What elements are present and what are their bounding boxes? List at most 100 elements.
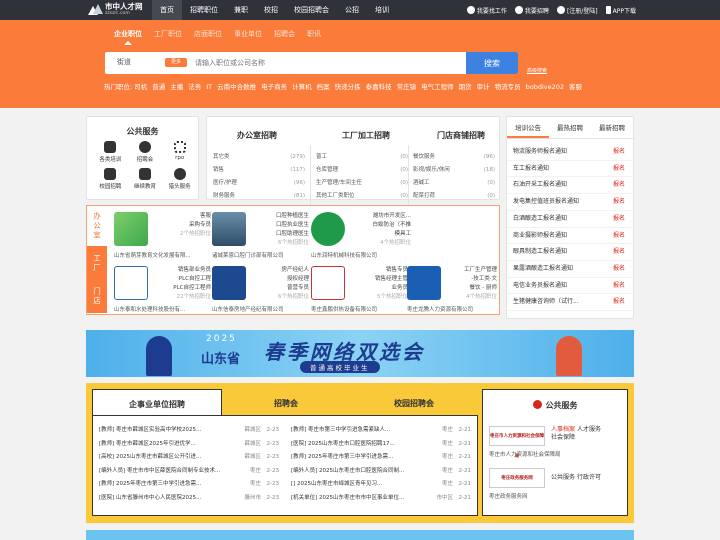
hot-job-link[interactable]: 司机 — [134, 83, 147, 91]
category-row[interactable]: 医疗/护理 (96) — [213, 177, 305, 190]
hr-bureau-logo[interactable]: 枣庄市人力资源和社会保障局 — [489, 426, 545, 459]
tab-training-notice[interactable]: 培训公告 — [507, 117, 549, 138]
hot-job-link[interactable]: 主播 — [170, 83, 183, 91]
archive-link[interactable]: 人事档案 — [551, 426, 575, 433]
table-row[interactable]: [机关单位] 2025山东枣庄市市中区事业单位... 市中区 2-21 — [291, 492, 471, 506]
signup-tag[interactable]: 报名 — [613, 211, 625, 227]
signup-tag[interactable]: 报名 — [613, 228, 625, 244]
label-shop[interactable]: 门店 — [87, 280, 107, 313]
city-selector[interactable]: 街道 — [117, 57, 131, 67]
permit-link[interactable]: 行政许可 — [577, 474, 601, 481]
search-tab-company[interactable]: 企业职位 — [114, 29, 142, 45]
list-item[interactable]: 物流服务师报名通知 报名 — [507, 144, 633, 161]
hot-job-link[interactable]: 快递分拣 — [335, 83, 361, 91]
company-card[interactable]: 潍坊市开发区... 白蚁防治（不推 模具工 4个热招职位 山东润特机械科技有限公司 — [311, 208, 411, 259]
nav-public-exam[interactable]: 公招 — [337, 0, 367, 20]
hot-job-link[interactable]: 普通 — [152, 83, 165, 91]
tab-hot-jobs[interactable]: 最热招聘 — [549, 117, 591, 138]
company-card[interactable]: 销售专员 销售经理主管 业务员 5个热招职位 枣庄鑫鹏供热设备有限公司 — [311, 262, 408, 313]
hot-job-link[interactable]: 客服 — [569, 83, 582, 91]
hot-job-link[interactable]: 档案 — [317, 83, 330, 91]
hot-job-link[interactable]: 物流专员 — [495, 83, 521, 91]
hot-job-link[interactable]: IT — [206, 83, 212, 91]
social-security-link[interactable]: 社会保障 — [551, 434, 575, 441]
table-row[interactable]: [编外人员] 枣庄市市中区薛医院合同制专业技术... 枣庄 2-23 — [99, 465, 279, 479]
search-button[interactable]: 搜索 — [466, 52, 518, 74]
company-name[interactable]: 山东信泰房地产经纪有限公司 — [212, 305, 309, 313]
hot-job-link[interactable]: 期货 — [459, 83, 472, 91]
table-row[interactable]: [编外人员] 2025山东枣庄市口腔医院合同制... 枣庄 2-21 — [291, 465, 471, 479]
search-tab-fair[interactable]: 招聘会 — [274, 29, 295, 45]
tab-job-fair[interactable]: 招聘会 — [222, 389, 350, 415]
list-item[interactable]: 商业摄影师报名通知 报名 — [507, 228, 633, 245]
office-category-title[interactable]: 办公室招聘 — [237, 130, 277, 141]
job-title[interactable]: -技工类·文 — [443, 275, 497, 284]
company-name[interactable]: 枣庄龙腾人力资源有限公司 — [407, 305, 497, 313]
app-download-link[interactable]: APP下载 — [605, 6, 636, 15]
hot-job-link[interactable]: 审计 — [477, 83, 490, 91]
company-name[interactable]: 枣庄鑫鹏供热设备有限公司 — [311, 305, 408, 313]
company-card[interactable]: 客服 采购专员 2个热招职位 山东省萌芽教育文化发展有限... — [114, 208, 211, 259]
category-row[interactable]: 销售 (117) — [213, 164, 305, 177]
job-title[interactable]: 工厂生产管理 — [443, 266, 497, 275]
job-title[interactable]: 普营专员 — [251, 284, 309, 293]
category-row[interactable]: 生产管理/车间主任 (0) — [316, 177, 408, 190]
job-title[interactable]: 业务员 — [350, 284, 408, 293]
table-row[interactable]: [医院] 山东省滕州市中心人民医院2025... 滕州市 2-23 — [99, 492, 279, 506]
company-card[interactable]: 工厂生产管理 -技工类·文 餐饮 - 厨师 4个热招职位 枣庄龙腾人力资源有限公司 — [407, 262, 497, 313]
table-row[interactable]: [教师] 枣庄市薛城区2025年引进优学... 薛城区 2-23 — [99, 438, 279, 452]
service-campus-recruit[interactable]: 校园招聘 — [93, 168, 128, 190]
nav-campus[interactable]: 校招 — [256, 0, 286, 20]
service-training[interactable]: 各类培训 — [93, 141, 128, 163]
tab-new-jobs[interactable]: 最新招聘 — [591, 117, 633, 138]
list-item[interactable]: 车工报名通知 报名 — [507, 161, 633, 178]
signup-tag[interactable]: 报名 — [613, 144, 625, 160]
login-link[interactable]: [注册/登陆] — [556, 6, 598, 15]
search-tab-shop[interactable]: 店面职位 — [194, 29, 222, 45]
label-office[interactable]: 办公室 — [87, 206, 107, 246]
list-item[interactable]: 石油开采工报名通知 报名 — [507, 177, 633, 195]
signup-tag[interactable]: 报名 — [613, 244, 625, 260]
factory-category-title[interactable]: 工厂加工招聘 — [342, 130, 390, 141]
nav-training[interactable]: 培训 — [367, 0, 397, 20]
job-title[interactable]: 采购专员 — [153, 221, 211, 230]
company-card[interactable]: 口腔种植医生 口腔执业医生 口腔助理医生 6个热招职位 诸城莱恩口腔门诊部有限公司 — [212, 208, 309, 259]
category-row[interactable]: 影视/娱乐/休闲 (18) — [413, 164, 495, 177]
talent-service-link[interactable]: 人才服务 — [577, 426, 601, 433]
service-continuing-edu[interactable]: 继续教育 — [128, 168, 163, 190]
category-row[interactable]: 仓库管理 (0) — [316, 164, 408, 177]
search-tab-factory[interactable]: 工厂职位 — [154, 29, 182, 45]
hr-bureau-name[interactable]: 枣庄市人力资源和社会保障局 — [489, 450, 561, 458]
category-row[interactable]: 配菜打荷 (0) — [413, 190, 495, 203]
hot-job-link[interactable]: 电气工程师 — [421, 83, 454, 91]
job-title[interactable]: 销售经理主管 — [350, 275, 408, 284]
list-item[interactable]: 白酒酿造工报名通知 报名 — [507, 211, 633, 228]
list-item[interactable]: 电信业务员报名通知 报名 — [507, 278, 633, 295]
list-item[interactable]: 生猪健康咨询师（试行... 报名 — [507, 294, 633, 312]
table-row[interactable]: [教师] 枣庄市薛城区实验高中学校2025... 薛城区 2-23 — [99, 424, 279, 438]
table-row[interactable]: [医院] 2025山东枣庄市口腔医院招聘17... 枣庄 2-21 — [291, 438, 471, 452]
hot-job-link[interactable]: 泰嘉科技 — [366, 83, 392, 91]
category-row[interactable]: 酒碱工 (0) — [413, 177, 495, 190]
signup-tag[interactable]: 报名 — [613, 177, 625, 193]
job-title[interactable]: 口腔种植医生 — [251, 212, 309, 221]
table-row[interactable]: [] 2025山东枣庄市峄城区青年见习... 枣庄 2-21 — [291, 478, 471, 492]
job-title[interactable]: 房产经纪人 — [251, 266, 309, 275]
job-title[interactable]: 销售部业务员 — [153, 266, 211, 275]
shop-category-title[interactable]: 门店商铺招聘 — [437, 130, 485, 141]
signup-tag[interactable]: 报名 — [613, 294, 625, 310]
advanced-search-link[interactable]: 高级搜索 — [527, 67, 547, 74]
secondary-banner[interactable] — [86, 530, 634, 540]
site-logo[interactable]: 市中人才网 zzszrc.com — [88, 2, 143, 18]
city-badge[interactable]: 更多 — [165, 58, 187, 67]
job-title[interactable]: 潍坊市开发区... — [349, 212, 411, 221]
job-title[interactable]: 授权经理 — [251, 275, 309, 284]
table-row[interactable]: [教师] 枣庄市第三中学引进急需紧缺人... 枣庄 2-21 — [291, 424, 471, 438]
list-item[interactable]: 眼具制造工报名通知 报名 — [507, 244, 633, 261]
label-factory[interactable]: 工厂 — [87, 246, 107, 280]
find-job-link[interactable]: 我要找工作 — [466, 6, 507, 15]
company-card[interactable]: 房产经纪人 授权经理 普营专员 6个热招职位 山东信泰房地产经纪有限公司 — [212, 262, 309, 313]
category-row[interactable]: 财务服务 (81) — [213, 190, 305, 203]
company-name[interactable]: 山东泰和水处理科技股份有... — [114, 305, 211, 313]
table-row[interactable]: [教师] 2025年枣庄市第三中学引进急需... 枣庄 2-23 — [99, 478, 279, 492]
